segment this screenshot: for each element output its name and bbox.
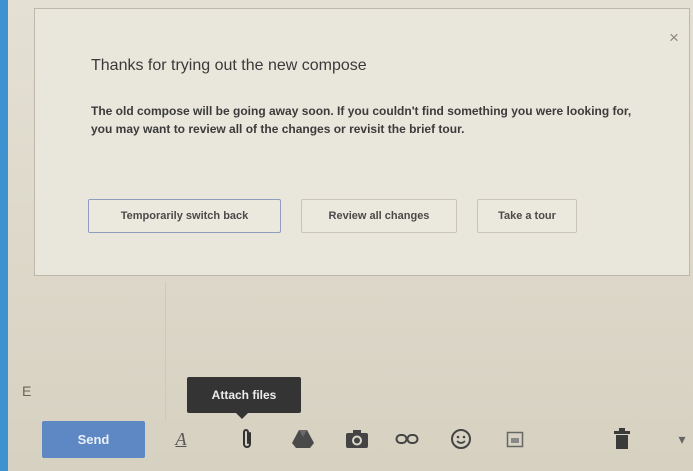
- attach-files-tooltip: Attach files: [187, 377, 301, 413]
- paperclip-icon[interactable]: [234, 426, 260, 452]
- link-icon[interactable]: [394, 426, 420, 452]
- take-tour-button[interactable]: Take a tour: [477, 199, 577, 233]
- switch-back-button[interactable]: Temporarily switch back: [88, 199, 281, 233]
- trash-svg: [614, 428, 630, 449]
- calendar-icon[interactable]: [502, 426, 528, 452]
- calendar-svg: [506, 431, 524, 448]
- window-left-border: [0, 0, 8, 471]
- formatting-glyph: A: [175, 428, 187, 449]
- link-svg: [395, 434, 419, 444]
- trash-icon[interactable]: [609, 426, 635, 452]
- new-compose-notice: × Thanks for trying out the new compose …: [34, 8, 690, 276]
- tooltip-arrow: [236, 413, 248, 419]
- send-button[interactable]: Send: [42, 421, 145, 458]
- divider-line: [165, 282, 166, 422]
- emoji-svg: [451, 429, 471, 449]
- drive-icon[interactable]: [290, 426, 316, 452]
- stray-character: E: [22, 383, 32, 399]
- notice-body: The old compose will be going away soon.…: [91, 104, 632, 136]
- formatting-icon[interactable]: A: [168, 426, 194, 452]
- paperclip-svg: [243, 429, 251, 448]
- camera-svg: [346, 430, 368, 448]
- drive-svg: [292, 430, 314, 448]
- notice-title: Thanks for trying out the new compose: [91, 57, 367, 74]
- emoji-icon[interactable]: [448, 426, 474, 452]
- more-options-glyph: ▾: [678, 430, 686, 447]
- camera-icon[interactable]: [344, 426, 370, 452]
- close-icon[interactable]: ×: [665, 29, 683, 47]
- review-changes-button[interactable]: Review all changes: [301, 199, 457, 233]
- chevron-down-icon[interactable]: ▾: [672, 426, 692, 452]
- compose-toolbar: Send A ▾: [8, 408, 693, 471]
